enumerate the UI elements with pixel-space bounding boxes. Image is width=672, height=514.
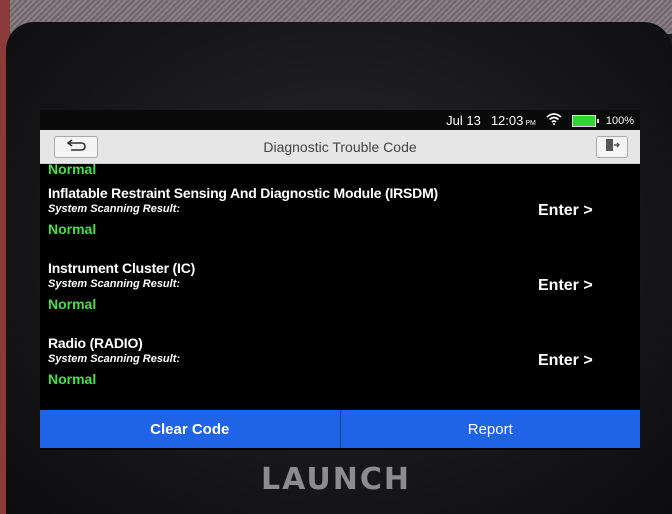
- scan-result-label: System Scanning Result:: [48, 278, 181, 290]
- clear-code-button[interactable]: Clear Code: [40, 410, 341, 448]
- bottom-action-bar: Clear Code Report: [40, 410, 640, 448]
- system-list: Normal Inflatable Restraint Sensing And …: [40, 163, 640, 414]
- device-brand-logo: LAUNCH: [260, 462, 411, 497]
- scan-status: Normal: [48, 221, 97, 237]
- system-name: Radio (RADIO): [48, 335, 143, 351]
- system-name: Inflatable Restraint Sensing And Diagnos…: [48, 185, 439, 201]
- enter-button[interactable]: Enter >: [538, 352, 593, 370]
- device-screen: Jul 13 12:03 PM 100% Diagnostic Trouble …: [40, 110, 640, 450]
- scan-result-label: System Scanning Result:: [48, 203, 181, 215]
- list-item: Instrument Cluster (IC) System Scanning …: [40, 260, 640, 336]
- wifi-icon: [546, 113, 562, 128]
- status-time: 12:03 PM: [491, 113, 536, 128]
- title-bar: Diagnostic Trouble Code: [40, 130, 640, 164]
- system-name: Instrument Cluster (IC): [48, 260, 196, 276]
- battery-icon: [571, 114, 599, 127]
- enter-button[interactable]: Enter >: [538, 277, 593, 295]
- list-item: Inflatable Restraint Sensing And Diagnos…: [40, 185, 640, 261]
- list-item: Radio (RADIO) System Scanning Result: No…: [40, 335, 640, 411]
- scan-result-label: System Scanning Result:: [48, 353, 181, 365]
- status-date: Jul 13: [446, 113, 481, 128]
- scan-status: Normal: [48, 296, 97, 312]
- status-time-value: 12:03: [490, 113, 524, 128]
- battery-level: 100%: [605, 114, 634, 127]
- status-bar: Jul 13 12:03 PM 100%: [40, 110, 640, 130]
- status-ampm: PM: [525, 120, 536, 127]
- exit-button[interactable]: [596, 136, 628, 158]
- enter-button[interactable]: Enter >: [538, 202, 593, 220]
- scan-status: Normal: [48, 371, 97, 387]
- exit-icon: [604, 138, 620, 157]
- partial-item-status: Normal: [48, 163, 97, 177]
- page-title: Diagnostic Trouble Code: [263, 139, 417, 155]
- report-button[interactable]: Report: [341, 410, 641, 448]
